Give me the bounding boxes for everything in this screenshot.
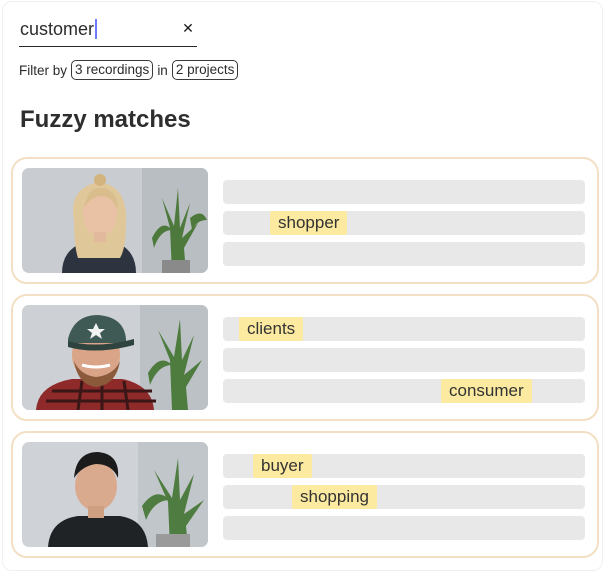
transcript-line — [223, 348, 585, 372]
filter-line: Filter by 3 recordings in 2 projects — [19, 60, 239, 80]
man-cap-speaker-image — [22, 305, 208, 410]
transcript-line — [223, 242, 585, 266]
transcript-line — [223, 180, 585, 204]
video-thumbnail[interactable] — [22, 442, 208, 547]
filter-middle: in — [157, 62, 168, 78]
transcript-line — [223, 516, 585, 540]
video-thumbnail[interactable] — [22, 305, 208, 410]
projects-filter-chip[interactable]: 2 projects — [171, 60, 239, 80]
search-input[interactable]: customer — [20, 18, 170, 40]
result-card[interactable]: clients consumer — [11, 294, 599, 421]
search-field[interactable]: customer ✕ — [19, 12, 197, 47]
text-caret — [95, 19, 98, 39]
match-highlight[interactable]: shopper — [270, 211, 348, 235]
video-thumbnail[interactable] — [22, 168, 208, 273]
transcript-line: buyer — [223, 454, 585, 478]
recordings-filter-chip[interactable]: 3 recordings — [71, 60, 154, 80]
search-panel: customer ✕ Filter by 3 recordings in 2 p… — [2, 1, 603, 571]
match-highlight[interactable]: clients — [239, 317, 304, 341]
transcript-line: shopper — [223, 211, 585, 235]
match-highlight[interactable]: consumer — [441, 379, 532, 403]
section-title: Fuzzy matches — [20, 106, 191, 133]
transcript-line: consumer — [223, 379, 585, 403]
clear-icon[interactable]: ✕ — [181, 22, 195, 36]
transcript-line: shopping — [223, 485, 585, 509]
transcript-line: clients — [223, 317, 585, 341]
filter-prefix: Filter by — [19, 62, 68, 78]
match-highlight[interactable]: buyer — [253, 454, 312, 478]
result-card[interactable]: shopper — [11, 157, 599, 284]
match-highlight[interactable]: shopping — [292, 485, 378, 509]
woman-speaker-image — [22, 168, 208, 273]
man-dark-shirt-speaker-image — [22, 442, 208, 547]
result-card[interactable]: buyer shopping — [11, 431, 599, 558]
search-input-value[interactable]: customer — [20, 19, 94, 40]
